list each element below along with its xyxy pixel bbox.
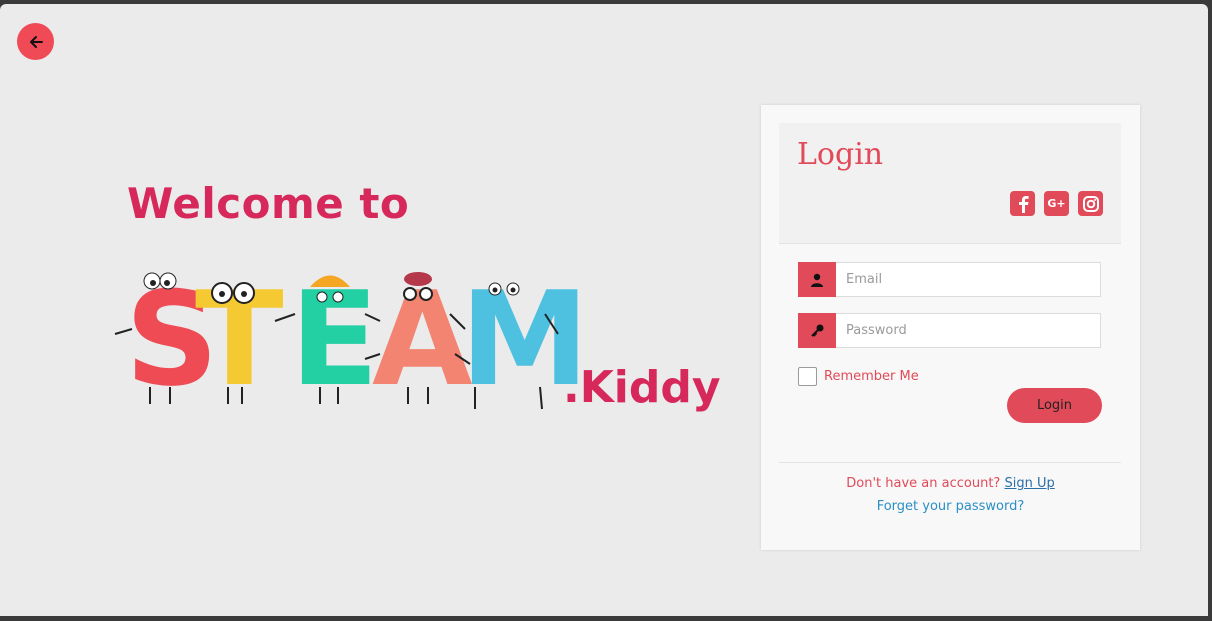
login-button[interactable]: Login <box>1007 388 1102 423</box>
social-login-group: G+ <box>1010 191 1103 216</box>
user-icon <box>811 273 823 287</box>
password-addon <box>798 313 836 348</box>
letter-t-character: T <box>195 263 284 415</box>
welcome-heading: Welcome to <box>127 179 410 228</box>
login-card-header: Login G+ <box>779 123 1121 244</box>
forgot-password-link[interactable]: Forget your password? <box>761 499 1140 514</box>
signup-prompt: Don't have an account? Sign Up <box>761 476 1140 491</box>
remember-me-checkbox[interactable] <box>798 367 817 386</box>
email-addon <box>798 262 836 297</box>
letter-e-character: E <box>274 263 381 415</box>
facebook-icon <box>1018 195 1029 213</box>
letter-a: A <box>372 263 473 415</box>
signup-link[interactable]: Sign Up <box>1004 476 1054 491</box>
email-input[interactable] <box>836 262 1101 297</box>
key-icon <box>810 324 823 337</box>
password-field-group <box>798 313 1101 348</box>
remember-me-label: Remember Me <box>824 369 919 384</box>
brand-suffix: .Kiddy <box>563 362 721 413</box>
instagram-icon <box>1082 195 1099 212</box>
login-card: Login G+ Email Remember Me Login Don't h… <box>761 105 1140 550</box>
remember-me: Remember Me <box>798 367 919 386</box>
back-button[interactable] <box>17 23 54 60</box>
arrow-left-icon <box>29 35 43 48</box>
instagram-login-button[interactable] <box>1078 191 1103 216</box>
no-account-text: Don't have an account? <box>846 476 1001 491</box>
login-title: Login <box>797 137 884 172</box>
letter-a-character: A <box>364 263 473 415</box>
app-window: Welcome to S T E A M .Kiddy Login G+ Ema… <box>0 4 1208 616</box>
google-plus-login-button[interactable]: G+ <box>1044 191 1069 216</box>
hero-banner: Welcome to S T E A M .Kiddy <box>110 174 730 424</box>
card-divider <box>779 462 1121 463</box>
password-input[interactable] <box>836 313 1101 348</box>
google-plus-icon: G+ <box>1047 197 1066 210</box>
facebook-login-button[interactable] <box>1010 191 1035 216</box>
email-field-group <box>798 262 1101 297</box>
